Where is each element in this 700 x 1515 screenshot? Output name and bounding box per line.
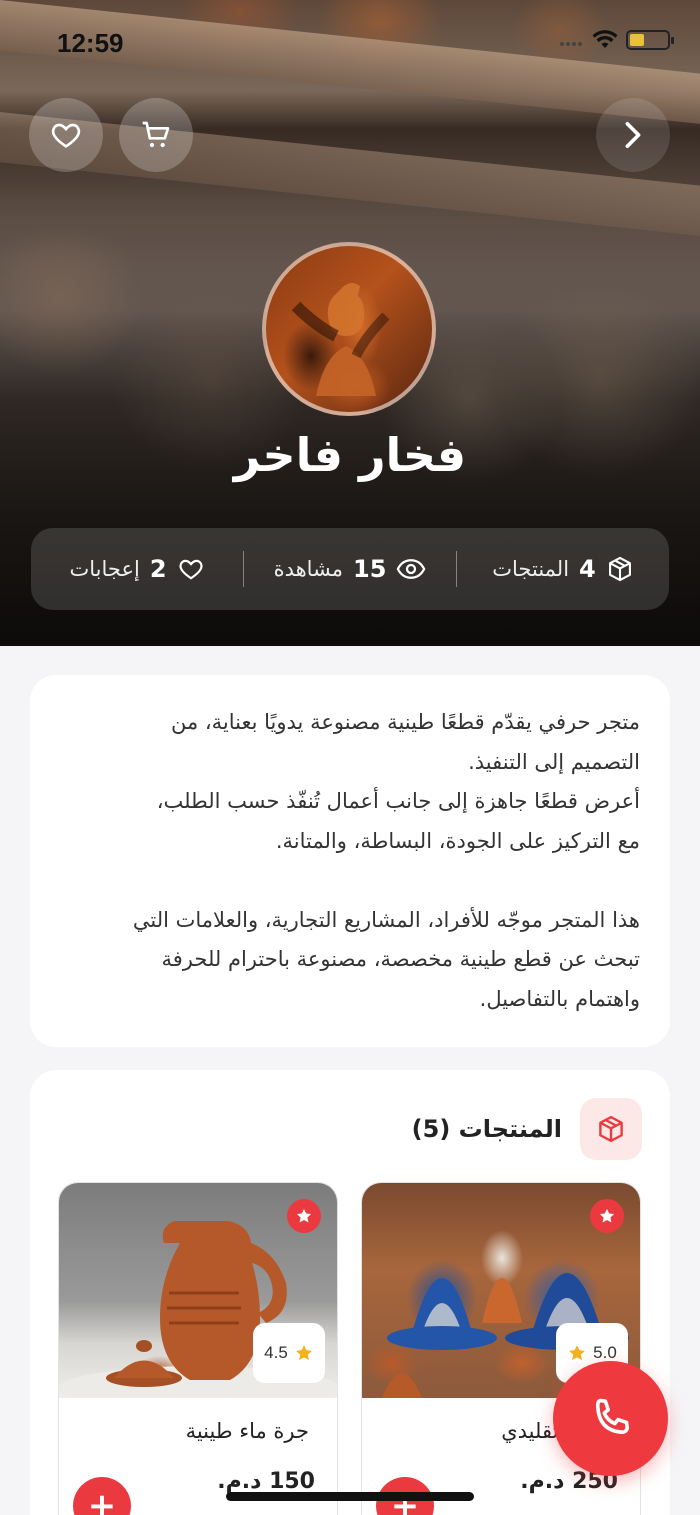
stat-products: 4 المنتجات bbox=[457, 555, 669, 583]
home-indicator[interactable] bbox=[226, 1492, 474, 1501]
heart-icon bbox=[51, 123, 81, 148]
stat-likes: 2 إعجابات bbox=[31, 555, 243, 583]
product-card[interactable]: 4.5 جرة ماء طينية 150 د.م. + bbox=[58, 1182, 338, 1515]
cart-icon bbox=[142, 121, 170, 148]
star-icon bbox=[295, 1345, 312, 1361]
cart-button[interactable] bbox=[119, 98, 193, 172]
description-line: متجر حرفي يقدّم قطعًا طينية مصنوعة يدويً… bbox=[170, 710, 640, 734]
box-icon bbox=[599, 1115, 623, 1143]
shop-description-card: متجر حرفي يقدّم قطعًا طينية مصنوعة يدويً… bbox=[30, 675, 670, 1047]
stat-divider bbox=[243, 551, 244, 587]
rating-value: 4.5 bbox=[264, 1343, 288, 1362]
description-line: تبحث عن قطع طينية مخصصة، مصنوعة باحترام … bbox=[161, 947, 641, 971]
wifi-icon bbox=[592, 30, 618, 48]
description-line: هذا المتجر موجّه للأفراد، المشاريع التجا… bbox=[132, 907, 640, 932]
status-time: 12:59 bbox=[57, 28, 124, 58]
battery-icon bbox=[626, 30, 674, 50]
star-icon bbox=[296, 1208, 312, 1223]
star-icon bbox=[599, 1208, 615, 1223]
back-button[interactable] bbox=[596, 98, 670, 172]
phone-icon bbox=[595, 1398, 629, 1434]
rating-value: 5.0 bbox=[593, 1343, 617, 1362]
status-icons bbox=[560, 30, 674, 50]
chevron-right-icon bbox=[625, 121, 641, 149]
eye-icon bbox=[397, 559, 426, 579]
product-rating: 4.5 bbox=[253, 1323, 325, 1383]
product-price: 150 د.م. bbox=[217, 1469, 315, 1494]
shop-avatar bbox=[262, 242, 436, 416]
description-line: التصميم إلى التنفيذ. bbox=[468, 749, 640, 774]
pottery-wheel-image bbox=[291, 283, 390, 396]
stat-divider bbox=[456, 551, 457, 587]
stat-products-value: 4 bbox=[579, 555, 596, 583]
signal-icon bbox=[560, 31, 584, 50]
shelf-decoration bbox=[0, 0, 700, 128]
heart-icon bbox=[179, 559, 203, 580]
products-icon bbox=[580, 1098, 642, 1160]
description-line: مع التركيز على الجودة، البساطة، والمتانة… bbox=[275, 828, 640, 853]
featured-badge bbox=[590, 1199, 624, 1233]
star-icon bbox=[569, 1345, 586, 1361]
stat-views-value: 15 bbox=[353, 555, 387, 583]
stat-likes-label: إعجابات bbox=[69, 557, 140, 581]
favorite-button[interactable] bbox=[29, 98, 103, 172]
shop-page: 12:59 فخار فاخر 4 المنتجات 15 مشاهدة 2 إ… bbox=[0, 0, 700, 1515]
stat-views: 15 مشاهدة bbox=[244, 555, 456, 583]
box-icon bbox=[608, 556, 631, 582]
add-to-cart-button[interactable]: + bbox=[73, 1477, 131, 1515]
products-title: المنتجات (5) bbox=[411, 1115, 562, 1143]
products-header: المنتجات (5) bbox=[412, 1098, 642, 1160]
stats-bar: 4 المنتجات 15 مشاهدة 2 إعجابات bbox=[31, 528, 669, 610]
stat-likes-value: 2 bbox=[149, 555, 167, 583]
product-name: جرة ماء طينية bbox=[185, 1419, 309, 1443]
featured-badge bbox=[287, 1199, 321, 1233]
call-button[interactable] bbox=[553, 1361, 668, 1476]
shop-name: فخار فاخر bbox=[233, 428, 467, 482]
description-line: واهتمام بالتفاصيل. bbox=[479, 986, 640, 1011]
shelf-decoration bbox=[0, 110, 700, 240]
stat-views-label: مشاهدة bbox=[273, 557, 344, 581]
stat-products-label: المنتجات bbox=[492, 557, 570, 581]
description-line: أعرض قطعًا جاهزة إلى جانب أعمال تُنفّذ ح… bbox=[156, 789, 640, 813]
description-line bbox=[60, 861, 640, 901]
